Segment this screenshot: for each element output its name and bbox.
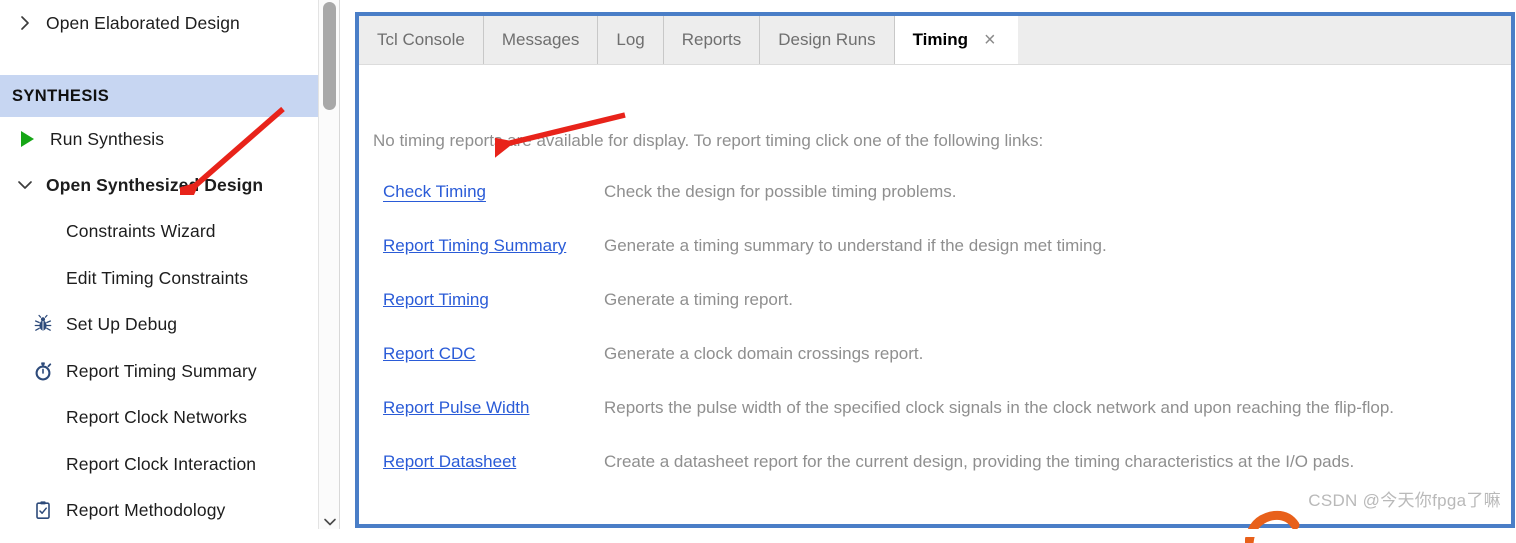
report-timing-description: Generate a timing report. — [604, 290, 793, 309]
tab-label: Timing — [912, 30, 969, 49]
chevron-down-icon[interactable] — [10, 179, 40, 191]
tab-label: Tcl Console — [377, 30, 465, 49]
sidebar-item-open-elaborated-design[interactable]: Open Elaborated Design — [0, 0, 318, 46]
panel-tabbar: Tcl Console Messages Log Reports Design … — [359, 16, 1511, 65]
link-row-report-pulse-width: Report Pulse Width Reports the pulse wid… — [359, 398, 1511, 426]
report-timing-link[interactable]: Report Timing — [383, 290, 489, 310]
link-row-check-timing: Check Timing Check the design for possib… — [359, 182, 1511, 210]
tab-reports[interactable]: Reports — [664, 16, 761, 64]
sidebar-item-label: Open Synthesized Design — [46, 174, 264, 195]
sidebar-item-set-up-debug[interactable]: Set Up Debug — [0, 301, 318, 347]
sidebar-item-label: Constraints Wizard — [66, 220, 216, 241]
report-cdc-link[interactable]: Report CDC — [383, 344, 476, 364]
timing-results-panel: Tcl Console Messages Log Reports Design … — [355, 12, 1515, 528]
sidebar-item-label: Report Timing Summary — [66, 360, 257, 381]
link-row-report-datasheet: Report Datasheet Create a datasheet repo… — [359, 452, 1511, 480]
sidebar-item-report-methodology[interactable]: Report Methodology — [0, 487, 318, 533]
timing-content-area: No timing reports are available for disp… — [359, 65, 1511, 524]
tab-messages[interactable]: Messages — [484, 16, 599, 64]
report-datasheet-description: Create a datasheet report for the curren… — [604, 452, 1355, 471]
sidebar-scrollbar-thumb[interactable] — [323, 2, 336, 110]
link-row-report-cdc: Report CDC Generate a clock domain cross… — [359, 344, 1511, 372]
stopwatch-icon[interactable] — [28, 361, 58, 381]
check-timing-link[interactable]: Check Timing — [383, 182, 486, 202]
report-pulse-width-description: Reports the pulse width of the specified… — [604, 398, 1395, 417]
tab-tcl-console[interactable]: Tcl Console — [359, 16, 484, 64]
sidebar-item-constraints-wizard[interactable]: Constraints Wizard — [0, 208, 318, 254]
bottom-spacer — [0, 529, 1516, 537]
check-timing-description: Check the design for possible timing pro… — [604, 182, 957, 201]
report-timing-summary-description: Generate a timing summary to understand … — [604, 236, 1107, 255]
clipboard-check-icon[interactable] — [28, 500, 58, 520]
sidebar-item-label: Report Clock Interaction — [66, 453, 257, 474]
chevron-right-icon[interactable] — [10, 15, 40, 31]
play-icon[interactable] — [12, 131, 42, 147]
report-timing-summary-link[interactable]: Report Timing Summary — [383, 236, 566, 256]
link-row-report-timing: Report Timing Generate a timing report. — [359, 290, 1511, 318]
report-cdc-description: Generate a clock domain crossings report… — [604, 344, 924, 363]
sidebar-item-label: Run Synthesis — [50, 128, 165, 149]
tab-label: Messages — [501, 30, 580, 49]
report-datasheet-link[interactable]: Report Datasheet — [383, 452, 516, 472]
sidebar-item-run-synthesis[interactable]: Run Synthesis — [0, 116, 318, 162]
bug-icon[interactable] — [28, 314, 58, 334]
watermark-text: CSDN @今天你fpga了嘛 — [1308, 491, 1501, 510]
sidebar-item-open-synthesized-design[interactable]: Open Synthesized Design — [0, 162, 318, 208]
sidebar-section-label: SYNTHESIS — [12, 86, 110, 105]
empty-state-message: No timing reports are available for disp… — [373, 131, 1044, 150]
sidebar-item-edit-timing-constraints[interactable]: Edit Timing Constraints — [0, 255, 318, 301]
flow-navigator-sidebar: Open Elaborated Design SYNTHESIS Run Syn… — [0, 0, 318, 537]
sidebar-item-report-clock-networks[interactable]: Report Clock Networks — [0, 394, 318, 440]
sidebar-item-label: Edit Timing Constraints — [66, 267, 249, 288]
tab-timing[interactable]: Timing — [894, 16, 979, 64]
link-row-report-timing-summary: Report Timing Summary Generate a timing … — [359, 236, 1511, 264]
tab-label: Design Runs — [778, 30, 876, 49]
sidebar-item-label: Report Clock Networks — [66, 406, 248, 427]
tab-label: Log — [616, 30, 645, 49]
tab-log[interactable]: Log — [598, 16, 664, 64]
close-glyph: × — [984, 28, 996, 51]
close-icon[interactable]: × — [978, 16, 1018, 64]
sidebar-item-report-clock-interaction[interactable]: Report Clock Interaction — [0, 441, 318, 487]
sidebar-scrollbar[interactable] — [318, 0, 340, 537]
sidebar-item-label: Open Elaborated Design — [46, 12, 240, 33]
sidebar-item-report-timing-summary[interactable]: Report Timing Summary — [0, 348, 318, 394]
tab-design-runs[interactable]: Design Runs — [760, 16, 895, 64]
tab-label: Reports — [681, 30, 742, 49]
sidebar-section-synthesis: SYNTHESIS — [0, 75, 318, 117]
sidebar-item-label: Report Methodology — [66, 499, 226, 520]
sidebar-item-label: Set Up Debug — [66, 313, 178, 334]
report-pulse-width-link[interactable]: Report Pulse Width — [383, 398, 529, 418]
